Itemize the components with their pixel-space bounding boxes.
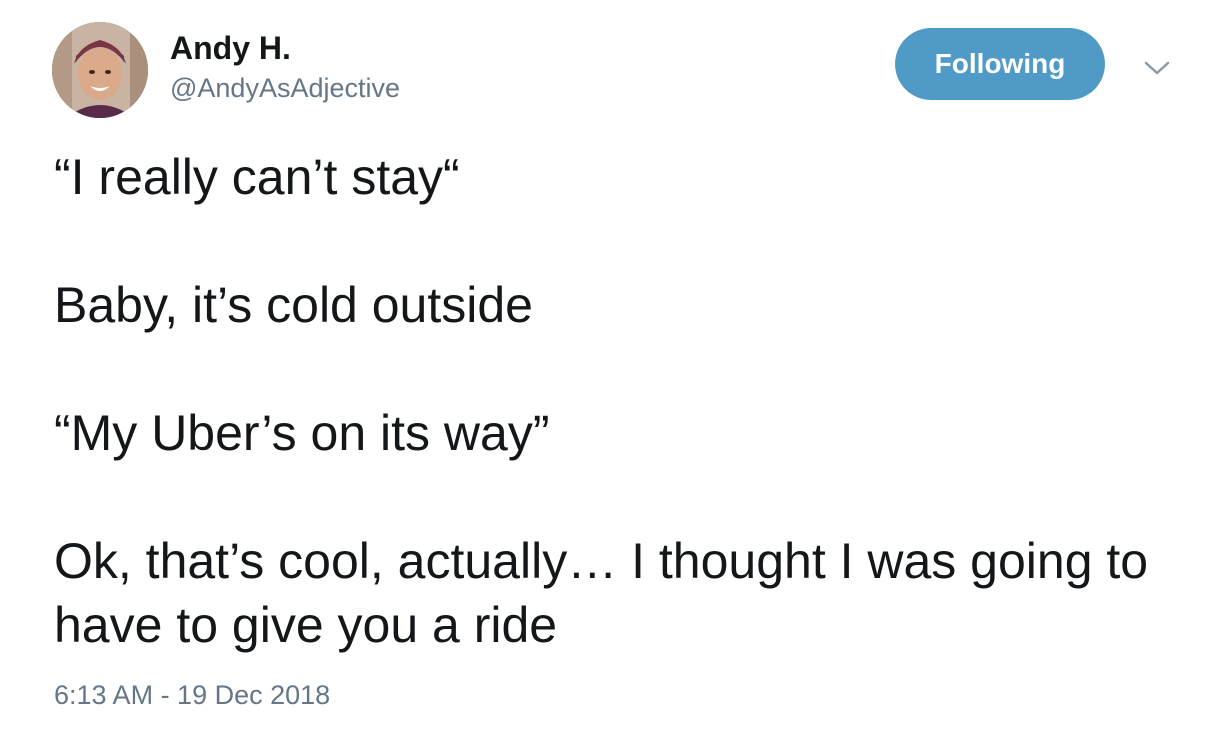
tweet-line: “I really can’t stay“	[54, 149, 460, 205]
tweet-card: Andy H. @AndyAsAdjective Following “I re…	[0, 0, 1218, 738]
tweet-line: Baby, it’s cold outside	[54, 277, 533, 333]
following-button[interactable]: Following	[895, 28, 1105, 100]
author-handle[interactable]: @AndyAsAdjective	[170, 73, 400, 104]
avatar-photo-icon	[52, 22, 148, 118]
tweet-timestamp[interactable]: 6:13 AM - 19 Dec 2018	[54, 680, 330, 711]
tweet-line: Ok, that’s cool, actually… I thought I w…	[54, 533, 1149, 653]
tweet-line: “My Uber’s on its way”	[54, 405, 550, 461]
author-display-name[interactable]: Andy H.	[170, 30, 291, 67]
author-avatar[interactable]	[52, 22, 148, 118]
chevron-down-icon[interactable]	[1142, 58, 1172, 78]
